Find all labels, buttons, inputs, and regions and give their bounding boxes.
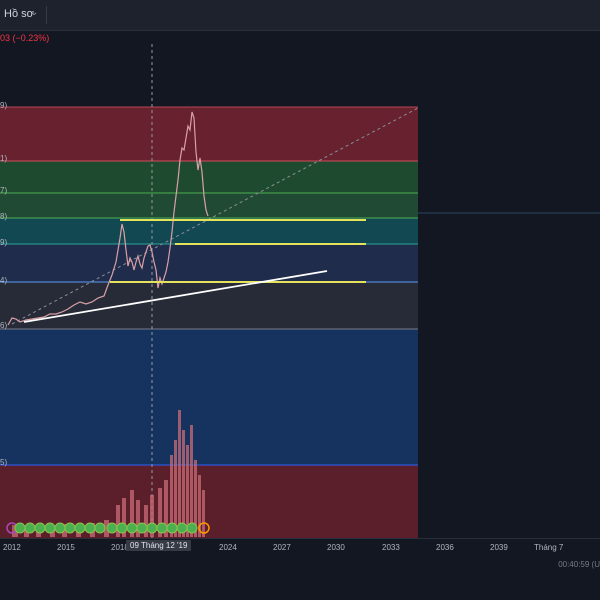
top-toolbar: Hồ sơ ⌄ (0, 0, 600, 31)
toolbar-divider (46, 6, 47, 24)
time-tick-label: 2024 (219, 543, 237, 552)
fib-label: 8) (0, 212, 8, 221)
bottom-bar (0, 556, 600, 600)
fib-zones (0, 107, 418, 538)
fib-zone-6 (0, 282, 418, 329)
fib-label: 9) (0, 238, 8, 247)
crosshair-date-label: 09 Tháng 12 '19 (126, 540, 192, 551)
price-chart[interactable] (0, 44, 600, 538)
time-axis[interactable]: 2012 2015 2018 2024 2027 2030 2033 2036 … (0, 538, 600, 557)
fib-zone-3 (0, 193, 418, 218)
time-tick-label: 2027 (273, 543, 291, 552)
event-markers (6, 522, 210, 534)
price-change-readout: 03 (−0.23%) (0, 33, 50, 43)
time-tick-label: 2015 (57, 543, 75, 552)
fib-label: 5) (0, 458, 8, 467)
time-tick-label: 2036 (436, 543, 454, 552)
fib-zone-4 (0, 218, 418, 244)
time-tick-label: 2033 (382, 543, 400, 552)
time-tick-label: Tháng 7 (534, 543, 564, 552)
fib-label: 1) (0, 154, 8, 163)
fib-zone-2 (0, 161, 418, 193)
fib-label: 9) (0, 101, 8, 110)
time-tick-label: 2039 (490, 543, 508, 552)
fib-zone-1 (0, 107, 418, 161)
fib-label: 6) (0, 321, 8, 330)
time-tick-label: 2030 (327, 543, 345, 552)
fib-zone-5 (0, 244, 418, 282)
fib-label: 7) (0, 186, 8, 195)
clock-readout[interactable]: 00:40:59 (U (558, 560, 600, 569)
fib-zone-7 (0, 329, 418, 465)
fib-label: 4) (0, 276, 8, 285)
time-tick-label: 2012 (3, 543, 21, 552)
chevron-down-icon[interactable]: ⌄ (30, 7, 38, 18)
